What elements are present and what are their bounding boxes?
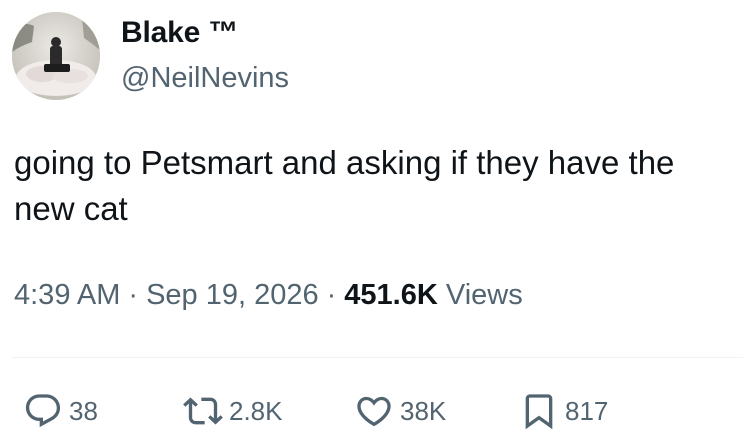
bookmark-icon [519,391,559,431]
meta-separator: · [326,279,337,311]
tweet-card: Blake ™ @NeilNevins going to Petsmart an… [0,0,743,447]
bookmark-button[interactable]: 817 [519,385,608,437]
like-count: 38K [400,395,447,426]
views-count: 451.6K [344,279,438,311]
tweet-date[interactable]: Sep 19, 2026 [146,279,319,311]
reply-count: 38 [69,395,98,426]
avatar[interactable] [12,12,100,100]
repost-button[interactable]: 2.8K [183,385,283,437]
divider [12,357,743,358]
avatar-image [12,12,100,100]
user-handle[interactable]: @NeilNevins [121,62,289,95]
display-name[interactable]: Blake ™ [121,16,238,50]
reply-button[interactable]: 38 [23,385,98,437]
action-bar: 38 2.8K 38K 817 [0,385,743,437]
meta-separator: · [128,279,139,311]
repost-count: 2.8K [229,395,283,426]
like-button[interactable]: 38K [354,385,446,437]
tweet-time[interactable]: 4:39 AM [14,279,120,311]
bookmark-count: 817 [565,395,609,426]
heart-icon [354,391,394,431]
reply-icon [23,391,63,431]
tweet-meta: 4:39 AM · Sep 19, 2026 · 451.6K Views [14,279,523,312]
repost-icon [183,391,223,431]
tweet-text: going to Petsmart and asking if they hav… [14,144,675,227]
views-label: Views [445,279,523,311]
